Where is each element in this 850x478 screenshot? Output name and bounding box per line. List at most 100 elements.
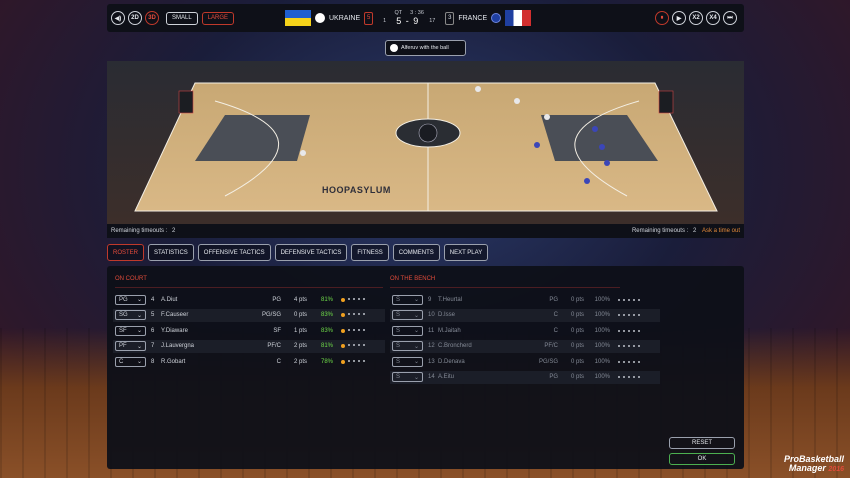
bench-player-row[interactable]: S ⌄ 14 A.Eitu PG 0 pts 100% <box>390 370 660 384</box>
dot <box>363 359 365 362</box>
jersey-number: 13 <box>428 358 435 365</box>
dot <box>363 328 365 331</box>
position-value: PF <box>119 343 127 349</box>
tab-statistics[interactable]: STATISTICS <box>148 244 194 261</box>
chevron-down-icon: ⌄ <box>136 359 142 365</box>
tab-roster[interactable]: ROSTER <box>107 244 145 261</box>
on-court-player-row[interactable]: PG ⌄ 4 A.Diut PG 4 pts 81% <box>113 293 385 306</box>
player-name[interactable]: J.Lauvergna <box>161 343 251 349</box>
speed-x2-button[interactable]: X2 <box>689 11 703 25</box>
dot <box>638 376 640 378</box>
court-view: HOOPASYLUM <box>107 61 744 224</box>
position-select[interactable]: S ⌄ <box>392 341 423 351</box>
pause-icon[interactable]: ⏸ <box>655 11 669 25</box>
player-points: 0 pts <box>570 312 584 318</box>
view-3d-button[interactable]: 3D <box>145 11 159 25</box>
position-select[interactable]: S ⌄ <box>392 325 423 336</box>
dot <box>638 329 640 332</box>
jersey-number: 4 <box>151 296 155 303</box>
player-name[interactable]: F.Causeer <box>161 312 251 318</box>
player-name[interactable]: C.Broncherd <box>438 343 528 349</box>
ok-button[interactable]: OK <box>669 453 735 465</box>
player-name[interactable]: D.Denava <box>438 359 528 365</box>
bench-title: ON THE BENCH <box>390 276 436 282</box>
dot <box>353 328 355 331</box>
player-points: 0 pts <box>570 296 584 303</box>
on-court-player-row[interactable]: SG ⌄ 5 F.Causeer PG/SG 0 pts 83% <box>113 308 385 322</box>
dot <box>633 360 635 363</box>
size-large-button[interactable]: LARGE <box>201 11 235 25</box>
on-court-title: ON COURT <box>115 276 147 282</box>
france-flag-icon <box>505 10 532 26</box>
dot <box>618 360 620 363</box>
player-name[interactable]: D.Isse <box>438 312 528 318</box>
dot <box>353 344 355 346</box>
bench-player-row[interactable]: S ⌄ 12 C.Broncherd PF/C 0 pts 100% <box>390 339 660 353</box>
position-select[interactable]: C ⌄ <box>115 356 146 367</box>
dot <box>618 329 620 332</box>
speed-x4-button[interactable]: X4 <box>706 11 720 25</box>
on-court-player-row[interactable]: SF ⌄ 6 Y.Diaware SF 1 pts 83% <box>113 324 385 337</box>
position-select[interactable]: SF ⌄ <box>115 325 146 336</box>
position-select[interactable]: S ⌄ <box>392 372 423 382</box>
jersey-number: 5 <box>151 312 155 318</box>
dot <box>633 314 635 316</box>
player-name[interactable]: R.Gobart <box>161 359 251 365</box>
reset-button[interactable]: RESET <box>669 437 735 449</box>
position-value: S <box>396 327 401 334</box>
jersey-number: 8 <box>151 358 155 365</box>
on-court-player-row[interactable]: PF ⌄ 7 J.Lauvergna PF/C 2 pts 81% <box>113 339 385 353</box>
player-position: SF <box>273 327 281 334</box>
position-value: C <box>119 358 124 365</box>
view-2d-button[interactable]: 2D <box>128 11 142 25</box>
tab-comments[interactable]: COMMENTS <box>392 244 440 261</box>
position-select[interactable]: S ⌄ <box>392 356 423 367</box>
position-value: S <box>396 358 401 365</box>
roster-panel: ON COURT ON THE BENCH PG ⌄ 4 A.Diut PG 4 pts 8… <box>107 266 744 469</box>
bench-player-row[interactable]: S ⌄ 11 M.Jaitah C 0 pts 100% <box>390 324 660 337</box>
jersey-number: 11 <box>428 327 435 334</box>
position-select[interactable]: S ⌄ <box>392 310 423 320</box>
player-position: PG/SG <box>538 358 558 365</box>
tab-defensive-tactics[interactable]: DEFENSIVE TACTICS <box>274 244 348 261</box>
player-name[interactable]: T.Heurtal <box>438 297 528 303</box>
bench-player-row[interactable]: S ⌄ 9 T.Heurtal PG 0 pts 100% <box>390 293 660 306</box>
sound-button[interactable]: ◀) <box>111 11 125 25</box>
position-select[interactable]: PF ⌄ <box>115 341 146 351</box>
position-value: S <box>396 296 401 303</box>
player-name[interactable]: A.Diut <box>161 297 251 303</box>
player-name[interactable]: M.Jaitah <box>438 328 528 334</box>
tab-offensive-tactics[interactable]: OFFENSIVE TACTICS <box>197 244 271 261</box>
tab-fitness[interactable]: FITNESS <box>351 244 389 261</box>
jersey-number: 10 <box>428 312 435 318</box>
play-icon[interactable]: ▶ <box>672 11 686 25</box>
home-shirt-icon <box>315 13 325 23</box>
home-timeouts: 1 <box>383 18 387 24</box>
bench-player-row[interactable]: S ⌄ 13 D.Denava PG/SG 0 pts 100% <box>390 355 660 368</box>
skip-icon[interactable]: ⏭ <box>723 11 737 25</box>
player-name[interactable]: Y.Diaware <box>161 328 251 334</box>
chevron-down-icon: ⌄ <box>413 297 419 303</box>
chevron-down-icon: ⌄ <box>136 328 142 334</box>
divider <box>390 287 620 288</box>
position-value: S <box>396 374 401 380</box>
bench-player-row[interactable]: S ⌄ 10 D.Isse C 0 pts 100% <box>390 308 660 322</box>
fatigue-dot <box>341 313 345 317</box>
size-small-button[interactable]: SMALL <box>166 11 198 25</box>
tab-next-play[interactable]: NEXT PLAY <box>443 244 489 261</box>
player-points: 4 pts <box>293 296 307 303</box>
player-position: C <box>553 327 558 334</box>
position-select[interactable]: PG ⌄ <box>115 294 146 305</box>
position-select[interactable]: S ⌄ <box>392 294 423 305</box>
dot <box>628 345 630 347</box>
home-fouls: 5 <box>364 11 374 25</box>
player-fitness: 81% <box>320 296 333 303</box>
position-select[interactable]: SG ⌄ <box>115 310 146 320</box>
ask-timeout-link[interactable]: Ask a time out <box>702 228 740 234</box>
player-name[interactable]: A.Eitu <box>438 374 528 380</box>
on-court-player-row[interactable]: C ⌄ 8 R.Gobart C 2 pts 78% <box>113 355 385 368</box>
dot <box>628 376 630 378</box>
jersey-number: 9 <box>428 296 432 303</box>
position-value: S <box>396 343 401 349</box>
position-value: SG <box>119 312 128 318</box>
